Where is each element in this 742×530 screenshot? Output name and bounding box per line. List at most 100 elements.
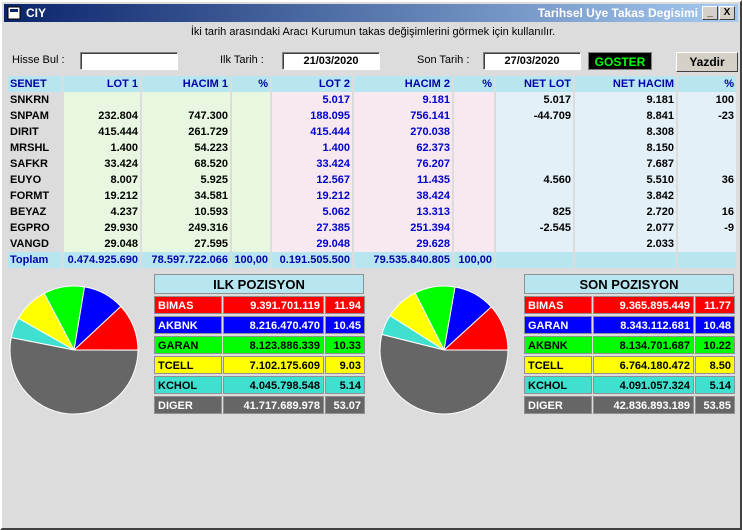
table-cell[interactable]: 16 [678, 204, 736, 220]
son-tarih-field[interactable]: 27/03/2020 [483, 52, 581, 70]
table-cell[interactable]: 188.095 [272, 108, 352, 124]
table-cell[interactable]: 8.007 [64, 172, 140, 188]
total-cell[interactable] [496, 252, 573, 268]
table-cell[interactable]: 36 [678, 172, 736, 188]
column-header[interactable]: LOT 2 [272, 76, 352, 92]
table-cell[interactable]: -2.545 [496, 220, 573, 236]
table-cell[interactable] [678, 140, 736, 156]
table-cell[interactable] [454, 124, 494, 140]
senet-cell[interactable]: EGPRO [8, 220, 62, 236]
total-cell[interactable]: 100,00 [232, 252, 270, 268]
table-cell[interactable]: 2.720 [575, 204, 676, 220]
table-cell[interactable]: 756.141 [354, 108, 452, 124]
table-cell[interactable] [496, 188, 573, 204]
table-cell[interactable] [454, 204, 494, 220]
table-cell[interactable]: 34.581 [142, 188, 230, 204]
table-cell[interactable]: 5.017 [272, 92, 352, 108]
table-cell[interactable] [64, 92, 140, 108]
table-cell[interactable]: 19.212 [64, 188, 140, 204]
senet-cell[interactable]: VANGD [8, 236, 62, 252]
table-cell[interactable] [678, 188, 736, 204]
table-cell[interactable]: 19.212 [272, 188, 352, 204]
table-cell[interactable]: 68.520 [142, 156, 230, 172]
table-cell[interactable] [454, 188, 494, 204]
table-cell[interactable] [232, 156, 270, 172]
table-cell[interactable]: 249.316 [142, 220, 230, 236]
table-cell[interactable] [454, 108, 494, 124]
table-cell[interactable]: 13.313 [354, 204, 452, 220]
column-header[interactable]: HACIM 1 [142, 76, 230, 92]
table-cell[interactable] [454, 172, 494, 188]
table-cell[interactable]: -44.709 [496, 108, 573, 124]
table-cell[interactable] [454, 92, 494, 108]
table-cell[interactable]: 415.444 [272, 124, 352, 140]
table-cell[interactable]: 5.510 [575, 172, 676, 188]
table-cell[interactable]: 232.804 [64, 108, 140, 124]
table-cell[interactable]: 27.385 [272, 220, 352, 236]
table-cell[interactable]: 8.308 [575, 124, 676, 140]
table-cell[interactable]: 4.560 [496, 172, 573, 188]
hisse-search-input[interactable] [80, 52, 178, 70]
table-cell[interactable]: 5.925 [142, 172, 230, 188]
table-cell[interactable]: 33.424 [272, 156, 352, 172]
total-cell[interactable]: 0.474.925.690 [64, 252, 140, 268]
table-cell[interactable] [232, 172, 270, 188]
table-cell[interactable]: 270.038 [354, 124, 452, 140]
table-cell[interactable]: 9.181 [575, 92, 676, 108]
total-cell[interactable]: 79.535.840.805 [354, 252, 452, 268]
table-cell[interactable]: 29.048 [64, 236, 140, 252]
table-cell[interactable]: 10.593 [142, 204, 230, 220]
column-header[interactable]: HACIM 2 [354, 76, 452, 92]
table-cell[interactable]: 100 [678, 92, 736, 108]
column-header[interactable]: NET HACIM [575, 76, 676, 92]
table-cell[interactable]: 12.567 [272, 172, 352, 188]
senet-cell[interactable]: SAFKR [8, 156, 62, 172]
total-cell[interactable]: 100,00 [454, 252, 494, 268]
senet-cell[interactable]: MRSHL [8, 140, 62, 156]
table-cell[interactable]: -9 [678, 220, 736, 236]
column-header[interactable]: % [678, 76, 736, 92]
title-bar[interactable]: CIY Tarihsel Uye Takas Degisimi _ X [4, 4, 738, 22]
yazdir-button[interactable]: Yazdir [676, 52, 738, 72]
column-header[interactable]: % [232, 76, 270, 92]
table-cell[interactable]: 415.444 [64, 124, 140, 140]
table-cell[interactable]: 29.930 [64, 220, 140, 236]
table-cell[interactable]: 3.842 [575, 188, 676, 204]
table-cell[interactable]: 29.628 [354, 236, 452, 252]
senet-cell[interactable]: FORMT [8, 188, 62, 204]
ilk-tarih-field[interactable]: 21/03/2020 [282, 52, 380, 70]
table-cell[interactable] [232, 92, 270, 108]
table-cell[interactable]: 8.841 [575, 108, 676, 124]
table-cell[interactable]: 5.017 [496, 92, 573, 108]
table-cell[interactable] [678, 236, 736, 252]
table-cell[interactable]: 1.400 [64, 140, 140, 156]
table-cell[interactable]: 76.207 [354, 156, 452, 172]
table-cell[interactable] [678, 156, 736, 172]
table-cell[interactable]: 38.424 [354, 188, 452, 204]
table-cell[interactable] [142, 92, 230, 108]
total-label[interactable]: Toplam [8, 252, 62, 268]
table-cell[interactable]: 261.729 [142, 124, 230, 140]
table-cell[interactable] [232, 108, 270, 124]
table-cell[interactable] [232, 204, 270, 220]
total-cell[interactable]: 0.191.505.500 [272, 252, 352, 268]
table-cell[interactable] [496, 236, 573, 252]
table-cell[interactable] [496, 156, 573, 172]
table-cell[interactable] [232, 236, 270, 252]
table-cell[interactable] [454, 236, 494, 252]
table-cell[interactable]: 11.435 [354, 172, 452, 188]
table-cell[interactable]: 54.223 [142, 140, 230, 156]
table-cell[interactable] [232, 140, 270, 156]
senet-cell[interactable]: DIRIT [8, 124, 62, 140]
table-cell[interactable]: 825 [496, 204, 573, 220]
table-cell[interactable]: 33.424 [64, 156, 140, 172]
senet-cell[interactable]: SNKRN [8, 92, 62, 108]
senet-cell[interactable]: EUYO [8, 172, 62, 188]
column-header[interactable]: LOT 1 [64, 76, 140, 92]
table-cell[interactable] [454, 140, 494, 156]
table-cell[interactable] [454, 156, 494, 172]
table-cell[interactable] [496, 124, 573, 140]
table-cell[interactable]: 29.048 [272, 236, 352, 252]
total-cell[interactable] [575, 252, 676, 268]
close-button[interactable]: X [719, 6, 735, 20]
